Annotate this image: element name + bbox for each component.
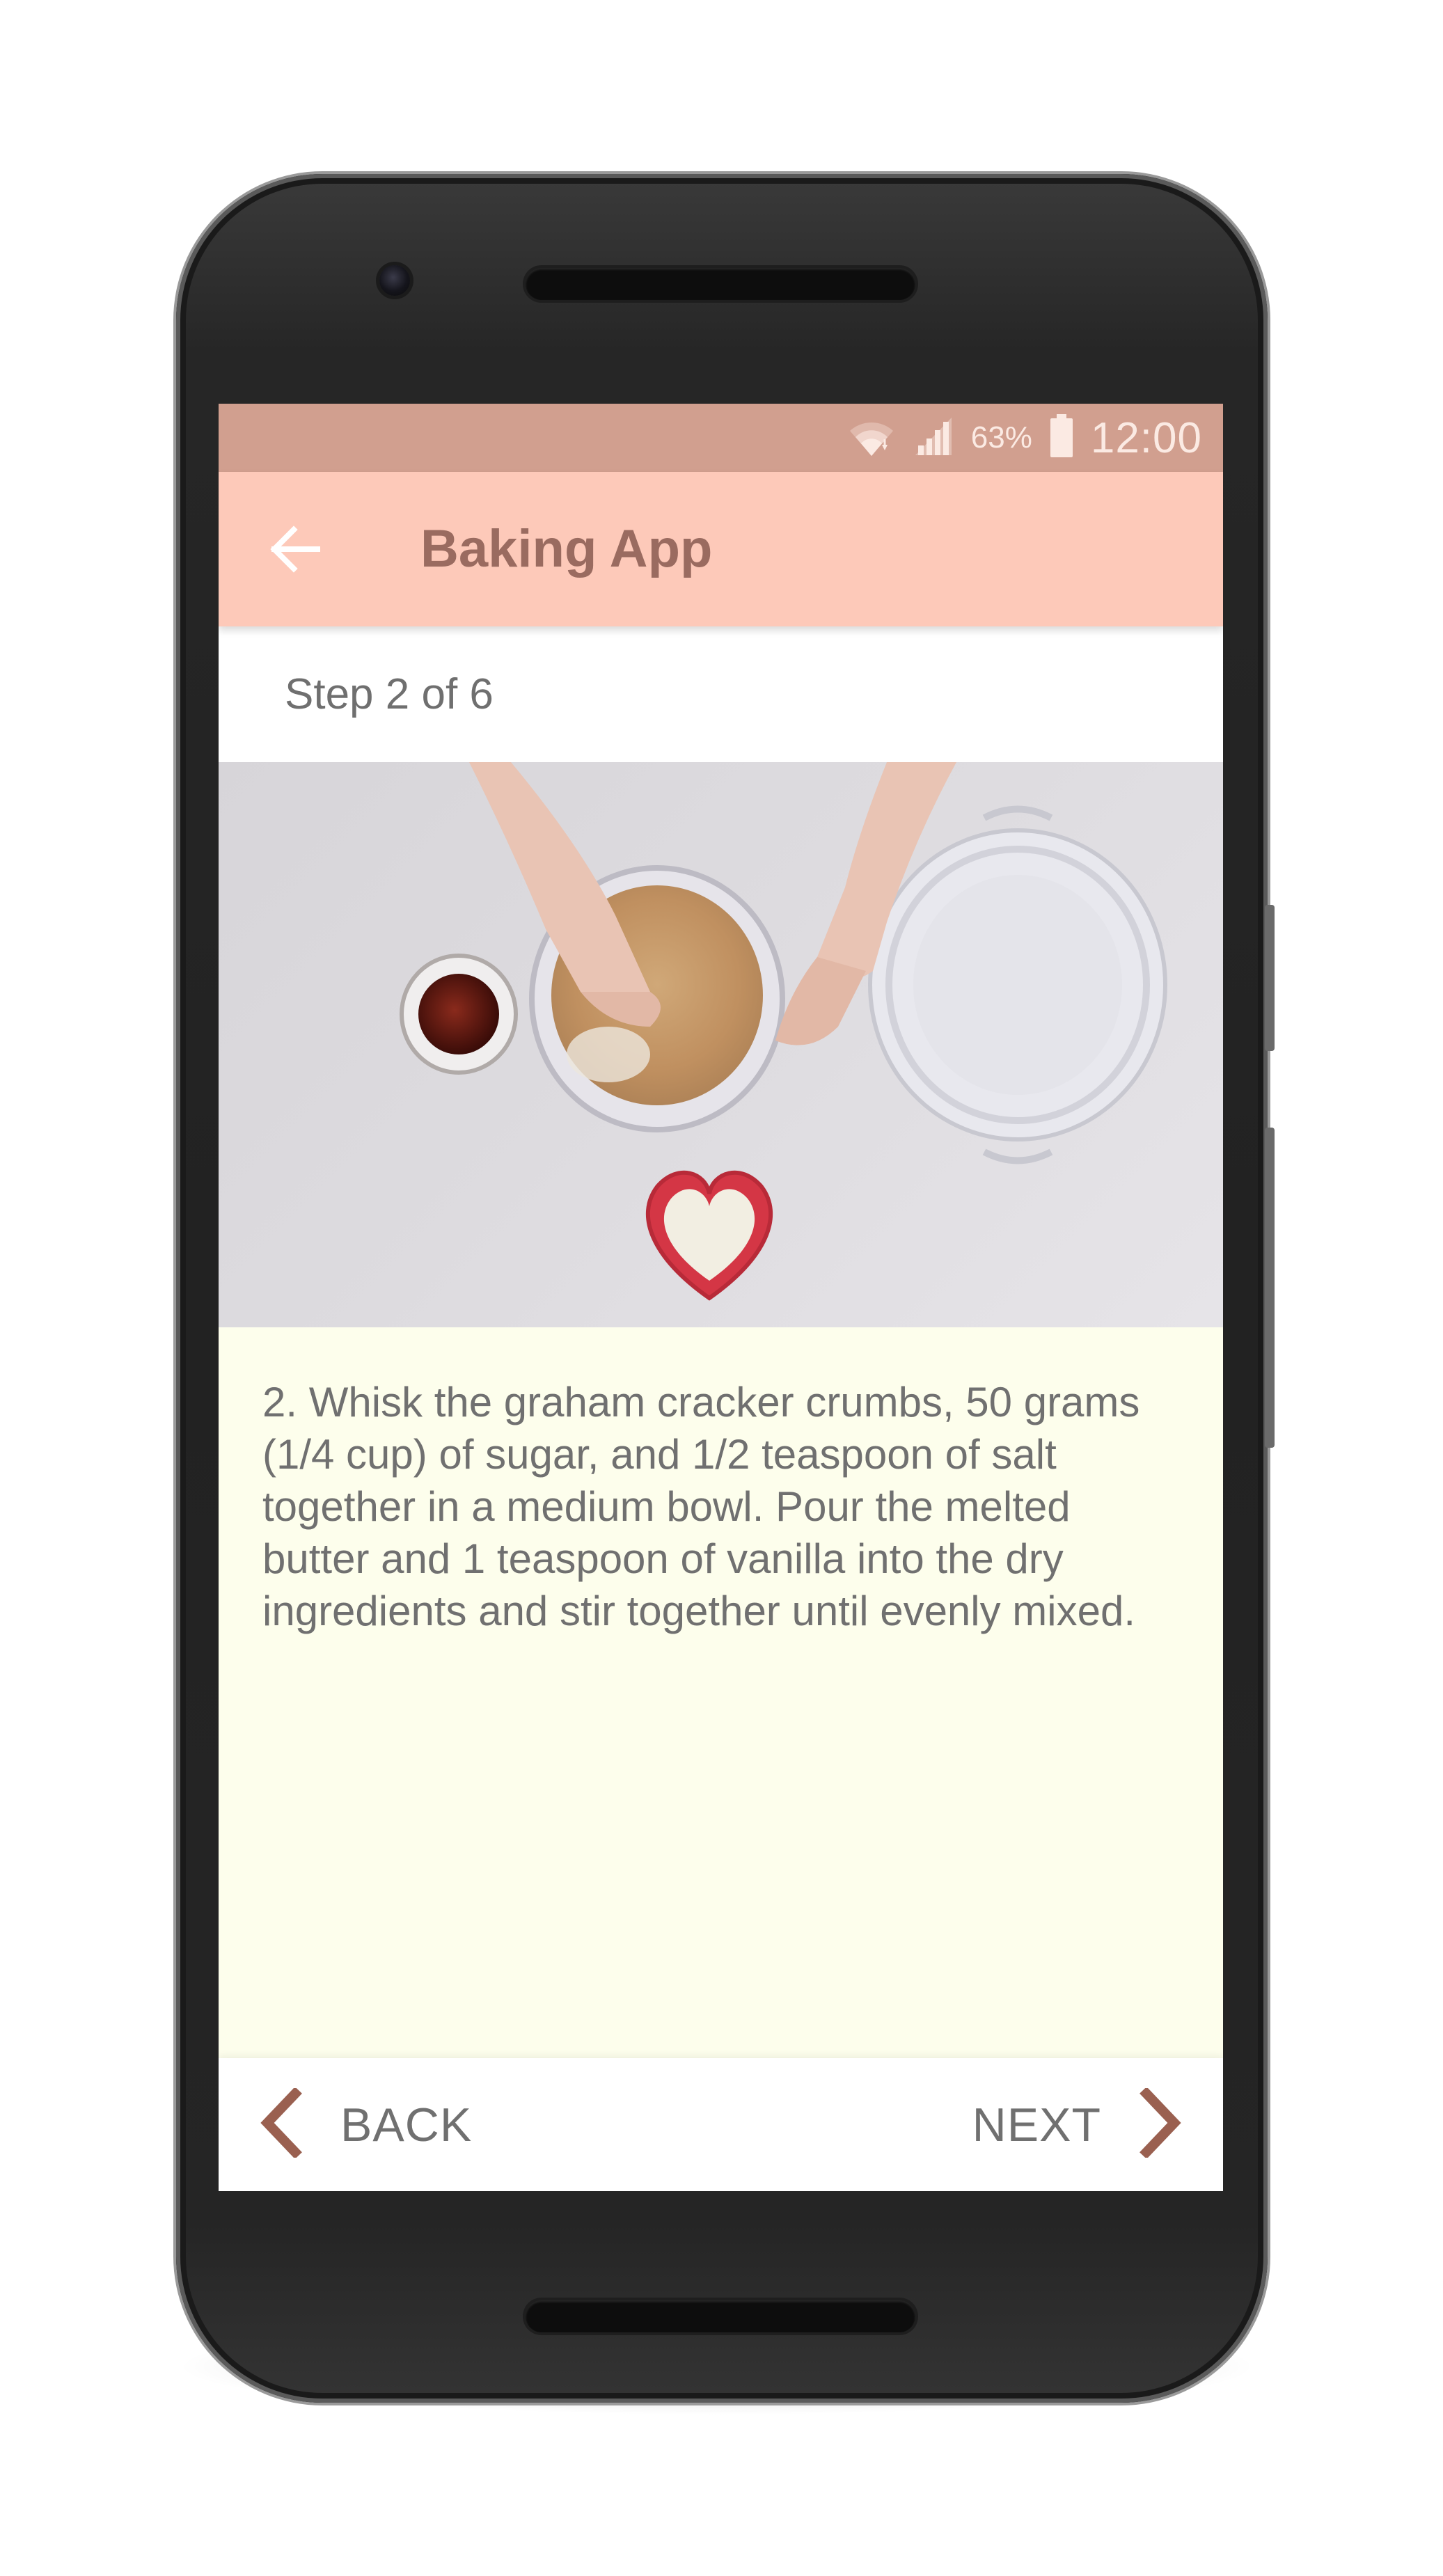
wifi-icon <box>847 414 896 462</box>
back-button[interactable]: BACK <box>257 2058 472 2191</box>
app-bar: Baking App <box>219 472 1223 626</box>
step-header: Step 2 of 6 <box>219 626 1223 762</box>
chevron-left-icon <box>257 2087 306 2161</box>
status-bar: 63% 12:00 <box>219 404 1223 472</box>
back-label: BACK <box>340 2098 473 2151</box>
video-frame-image <box>400 762 1167 1301</box>
next-button[interactable]: NEXT <box>972 2058 1185 2191</box>
heart-dish <box>645 1170 773 1301</box>
battery-icon <box>1049 413 1074 462</box>
bottom-speaker <box>526 2300 915 2332</box>
front-camera <box>379 265 410 296</box>
step-video[interactable] <box>219 762 1223 1327</box>
step-counter: Step 2 of 6 <box>285 670 494 718</box>
screen: 63% 12:00 Baking App Step 2 of 6 2. Whis… <box>219 404 1223 2191</box>
battery-percent: 63% <box>970 420 1032 455</box>
step-description-panel: 2. Whisk the graham cracker crumbs, 50 g… <box>219 1327 1223 2058</box>
app-title: Baking App <box>420 519 713 578</box>
chevron-right-icon <box>1136 2087 1185 2161</box>
power-button <box>1265 905 1275 1051</box>
vanilla-cup <box>400 954 518 1075</box>
next-label: NEXT <box>972 2098 1101 2151</box>
volume-button <box>1265 1128 1275 1448</box>
status-clock: 12:00 <box>1090 413 1202 462</box>
status-icons: 63% 12:00 <box>847 404 1202 472</box>
top-speaker <box>526 268 915 300</box>
device-mockup: 63% 12:00 Baking App Step 2 of 6 2. Whis… <box>0 0 1443 2576</box>
cell-signal-icon <box>913 415 954 461</box>
pie-dish <box>868 805 1167 1164</box>
arrow-back-icon[interactable] <box>267 524 323 574</box>
step-description: 2. Whisk the graham cracker crumbs, 50 g… <box>262 1379 1140 1634</box>
step-navigation: BACK NEXT <box>219 2058 1223 2191</box>
